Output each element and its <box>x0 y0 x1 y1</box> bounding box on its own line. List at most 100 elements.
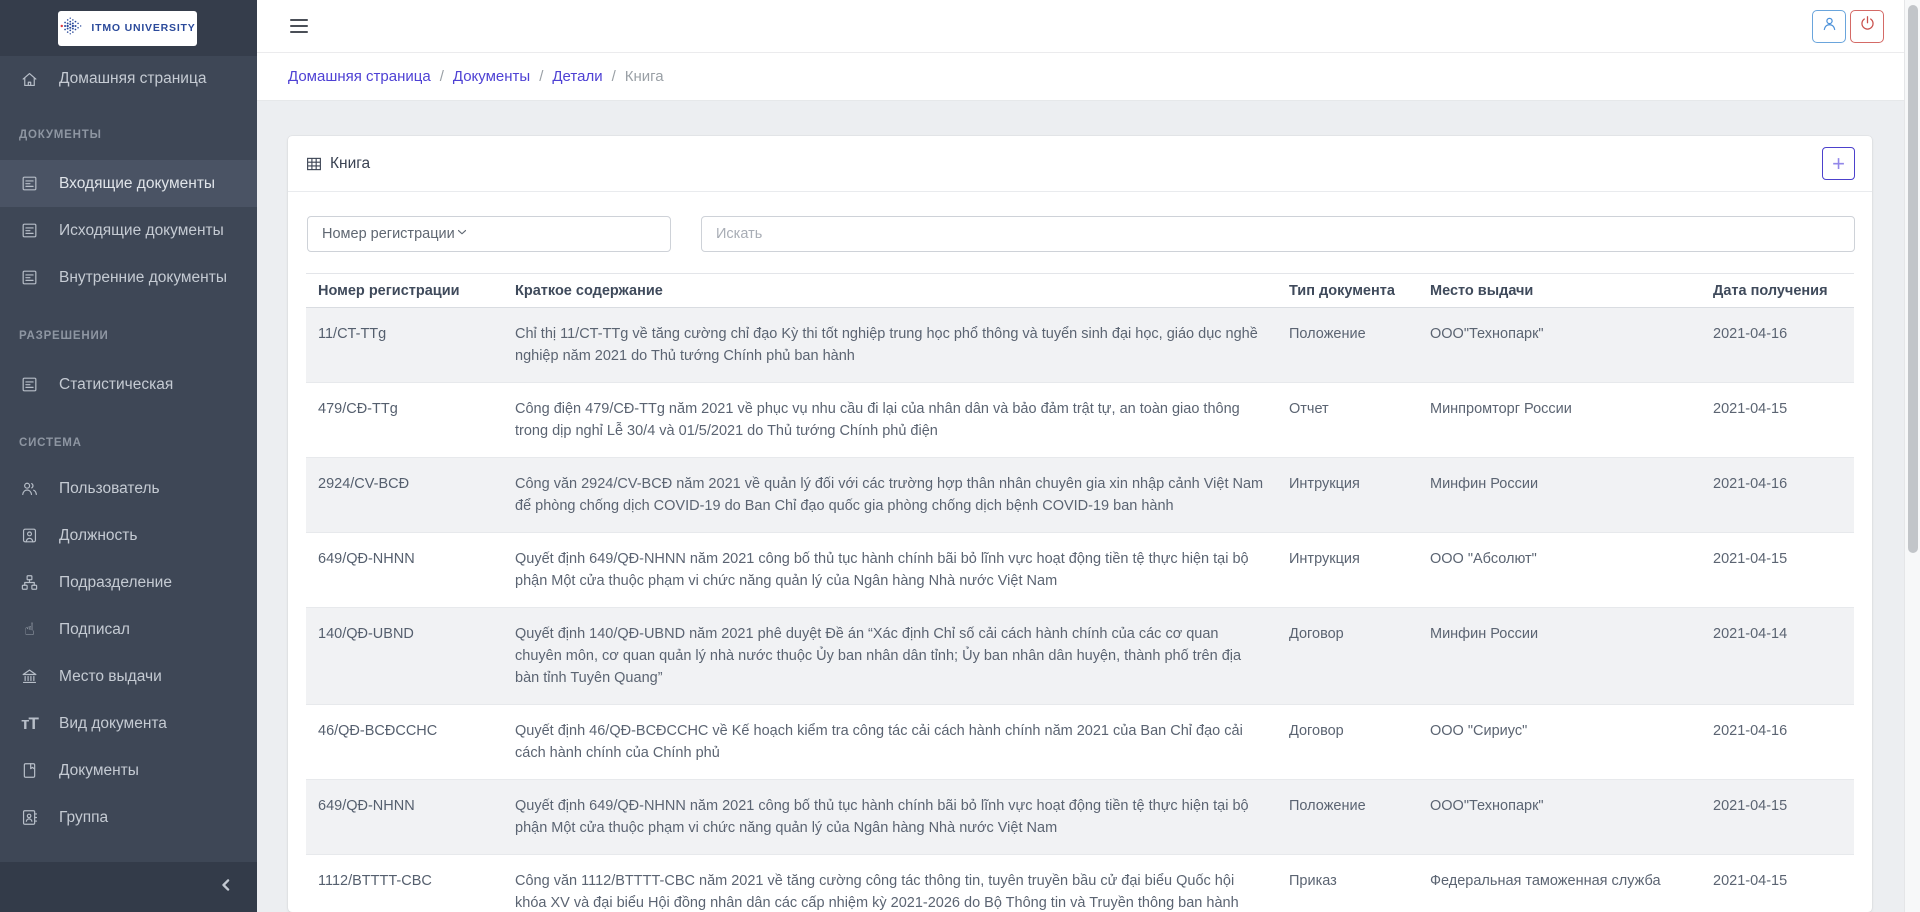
column-header-registration: Номер регистрации <box>306 274 503 308</box>
filters-row: Номер регистрации <box>288 192 1872 252</box>
cell-registration: 649/QĐ-NHNN <box>306 533 503 608</box>
cell-date: 2021-04-16 <box>1701 308 1854 383</box>
sidebar-item-statistics[interactable]: Статистическая <box>0 361 257 408</box>
breadcrumb-separator: / <box>440 68 444 85</box>
text-format-icon: тТ <box>20 714 39 733</box>
bank-icon <box>20 667 39 686</box>
sidebar-item-label: Подразделение <box>59 574 172 592</box>
cell-summary: Công văn 1112/BTTTT-CBC năm 2021 về tăng… <box>503 855 1277 912</box>
table-row[interactable]: 2924/CV-BCĐ Công văn 2924/CV-BCĐ năm 202… <box>306 458 1854 533</box>
cell-place: Минпромторг России <box>1418 383 1701 458</box>
cell-date: 2021-04-15 <box>1701 780 1854 855</box>
column-header-summary: Краткое содержание <box>503 274 1277 308</box>
breadcrumb-separator: / <box>539 68 543 85</box>
cell-type: Интрукция <box>1277 458 1418 533</box>
sidebar-item-label: Входящие документы <box>59 175 215 193</box>
cell-type: Договор <box>1277 608 1418 705</box>
column-header-type: Тип документа <box>1277 274 1418 308</box>
cell-place: Минфин России <box>1418 458 1701 533</box>
cell-date: 2021-04-16 <box>1701 705 1854 780</box>
page-title: Книга <box>330 155 370 173</box>
sidebar-item-department[interactable]: Подразделение <box>0 559 257 606</box>
table-row[interactable]: 649/QĐ-NHNN Quyết định 649/QĐ-NHNN năm 2… <box>306 780 1854 855</box>
sidebar-item-group[interactable]: Группа <box>0 794 257 841</box>
cell-type: Приказ <box>1277 855 1418 912</box>
sidebar-item-label: Внутренние документы <box>59 269 227 287</box>
breadcrumb-details-link[interactable]: Детали <box>552 68 602 85</box>
scrollbar-thumb[interactable] <box>1908 5 1918 553</box>
menu-toggle-button[interactable] <box>290 19 308 33</box>
cell-type: Положение <box>1277 308 1418 383</box>
sidebar-item-position[interactable]: Должность <box>0 512 257 559</box>
cell-summary: Quyết định 140/QĐ-UBND năm 2021 phê duyệ… <box>503 608 1277 705</box>
sidebar-section-documents: ДОКУМЕНТЫ <box>0 122 257 148</box>
content-area: Книга + Номер регистрации Номер регистра… <box>257 101 1904 912</box>
contacts-book-icon <box>20 808 39 827</box>
book-card: Книга + Номер регистрации Номер регистра… <box>288 136 1872 912</box>
book-icon <box>20 761 39 780</box>
add-record-button[interactable]: + <box>1822 147 1855 180</box>
chevron-left-icon <box>216 875 236 900</box>
sidebar-item-label: Подписал <box>59 621 130 639</box>
cell-registration: 649/QĐ-NHNN <box>306 780 503 855</box>
sidebar-collapse-button[interactable] <box>213 874 239 900</box>
sidebar-item-label: Место выдачи <box>59 668 162 686</box>
internal-documents-icon <box>20 268 39 287</box>
sidebar-item-user[interactable]: Пользователь <box>0 465 257 512</box>
sidebar-item-internal-documents[interactable]: Внутренние документы <box>0 254 257 301</box>
sidebar-section-system: СИСТЕМА <box>0 430 257 456</box>
cell-place: ООО "Абсолют" <box>1418 533 1701 608</box>
breadcrumb: Домашняя страница / Документы / Детали /… <box>257 53 1904 101</box>
logo-text: ITMO UNIVERSITY <box>91 22 195 34</box>
column-header-date: Дата получения <box>1701 274 1854 308</box>
incoming-documents-icon <box>20 174 39 193</box>
cell-registration: 11/CT-TTg <box>306 308 503 383</box>
statistics-icon <box>20 375 39 394</box>
table-row[interactable]: 1112/BTTTT-CBC Công văn 1112/BTTTT-CBC n… <box>306 855 1854 912</box>
table-row[interactable]: 649/QĐ-NHNN Quyết định 649/QĐ-NHNN năm 2… <box>306 533 1854 608</box>
cell-summary: Quyết định 649/QĐ-NHNN năm 2021 công bố … <box>503 780 1277 855</box>
cell-summary: Chỉ thị 11/CT-TTg về tăng cường chỉ đạo … <box>503 308 1277 383</box>
column-header-place: Место выдачи <box>1418 274 1701 308</box>
cell-date: 2021-04-15 <box>1701 855 1854 912</box>
logout-button[interactable] <box>1850 10 1884 43</box>
sidebar-item-label: Пользователь <box>59 480 160 498</box>
table-grid-icon <box>305 155 323 173</box>
cell-place: Минфин России <box>1418 608 1701 705</box>
org-chart-icon <box>20 573 39 592</box>
table-row[interactable]: 11/CT-TTg Chỉ thị 11/CT-TTg về tăng cườn… <box>306 308 1854 383</box>
profile-button[interactable] <box>1812 10 1846 43</box>
sidebar-item-signed-by[interactable]: ☝ Подписал <box>0 606 257 653</box>
cell-summary: Công điện 479/CĐ-TTg năm 2021 về phục vụ… <box>503 383 1277 458</box>
sidebar-item-home[interactable]: Домашняя страница <box>0 56 257 102</box>
sidebar: ITMO UNIVERSITY Домашняя страница ДОКУМЕ… <box>0 0 257 912</box>
cell-type: Положение <box>1277 780 1418 855</box>
breadcrumb-current: Книга <box>625 68 664 85</box>
cell-type: Договор <box>1277 705 1418 780</box>
cell-place: ООО"Технопарк" <box>1418 780 1701 855</box>
sidebar-item-label: Группа <box>59 809 108 827</box>
table-row[interactable]: 479/CĐ-TTg Công điện 479/CĐ-TTg năm 2021… <box>306 383 1854 458</box>
users-icon <box>20 479 39 498</box>
breadcrumb-documents-link[interactable]: Документы <box>453 68 530 85</box>
itmo-logo[interactable]: ITMO UNIVERSITY <box>58 11 197 46</box>
cell-type: Интрукция <box>1277 533 1418 608</box>
power-icon <box>1858 14 1877 38</box>
cell-date: 2021-04-15 <box>1701 383 1854 458</box>
cell-registration: 46/QĐ-BCĐCCHC <box>306 705 503 780</box>
sidebar-item-outgoing-documents[interactable]: Исходящие документы <box>0 207 257 254</box>
page-scrollbar[interactable] <box>1904 0 1920 912</box>
breadcrumb-home-link[interactable]: Домашняя страница <box>288 68 431 85</box>
cell-place: Федеральная таможенная служба <box>1418 855 1701 912</box>
sidebar-item-place-of-issue[interactable]: Место выдачи <box>0 653 257 700</box>
search-field-select[interactable]: Номер регистрации <box>307 216 671 252</box>
sidebar-item-documents[interactable]: Документы <box>0 747 257 794</box>
table-row[interactable]: 46/QĐ-BCĐCCHC Quyết định 46/QĐ-BCĐCCHC v… <box>306 705 1854 780</box>
search-input[interactable] <box>701 216 1855 252</box>
user-icon <box>1820 14 1839 38</box>
select-value: Номер регистрации <box>322 226 455 242</box>
table-row[interactable]: 140/QĐ-UBND Quyết định 140/QĐ-UBND năm 2… <box>306 608 1854 705</box>
cell-date: 2021-04-16 <box>1701 458 1854 533</box>
sidebar-item-incoming-documents[interactable]: Входящие документы <box>0 160 257 207</box>
sidebar-item-document-type[interactable]: тТ Вид документа <box>0 700 257 747</box>
